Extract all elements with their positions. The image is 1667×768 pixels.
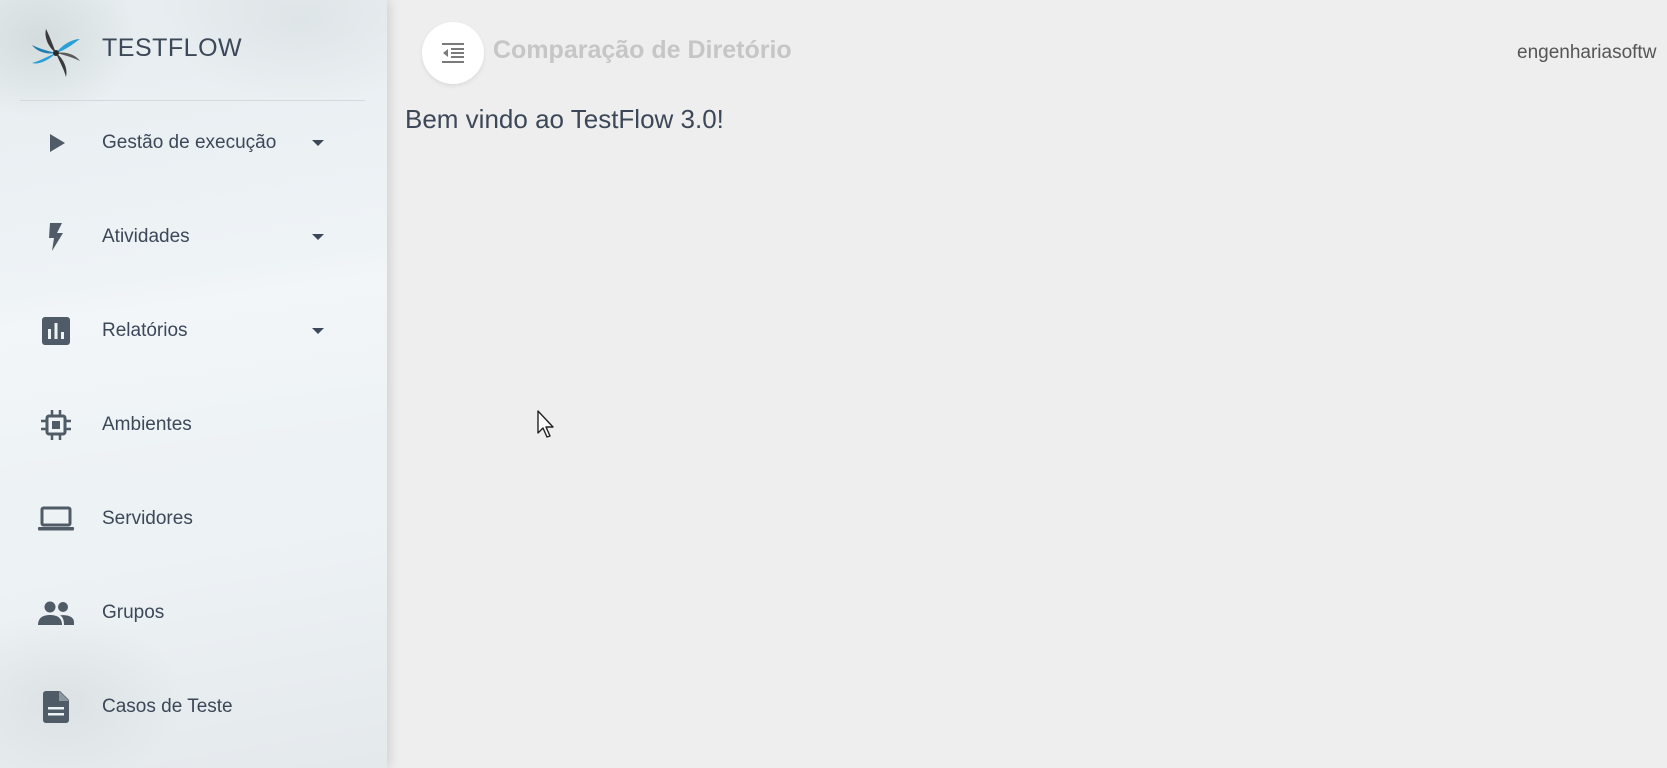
sidebar-item-casos-de-teste[interactable]: Casos de Teste — [20, 672, 365, 742]
brand[interactable]: TESTFLOW — [20, 0, 365, 101]
sidebar: TESTFLOW Gestão de execução Atividades R… — [0, 0, 387, 768]
sidebar-item-grupos[interactable]: Grupos — [20, 578, 365, 648]
main-content: Comparação de Diretório engenhariasoftw … — [387, 0, 1667, 768]
sidebar-item-label: Relatórios — [102, 320, 188, 341]
brand-name: TESTFLOW — [102, 34, 243, 62]
chip-icon — [38, 407, 74, 443]
people-icon — [38, 595, 74, 631]
sidebar-item-label: Servidores — [102, 508, 193, 529]
welcome-message: Bem vindo ao TestFlow 3.0! — [405, 104, 724, 134]
sidebar-item-relatorios[interactable]: Relatórios — [20, 296, 365, 366]
menu-collapse-icon — [442, 43, 464, 63]
page-title: Comparação de Diretório — [493, 36, 792, 64]
sidebar-item-ambientes[interactable]: Ambientes — [20, 390, 365, 460]
sidebar-item-label: Grupos — [102, 602, 165, 623]
sidebar-item-atividades[interactable]: Atividades — [20, 202, 365, 272]
caret-down-icon — [312, 140, 324, 146]
sidebar-item-label: Ambientes — [102, 414, 192, 435]
play-icon — [38, 125, 74, 161]
sidebar-item-label: Atividades — [102, 226, 190, 247]
bolt-icon — [38, 219, 74, 255]
document-icon — [38, 689, 74, 725]
caret-down-icon — [312, 328, 324, 334]
sidebar-item-servidores[interactable]: Servidores — [20, 484, 365, 554]
sidebar-toggle-button[interactable] — [422, 22, 484, 84]
sidebar-item-gestao-de-execucao[interactable]: Gestão de execução — [20, 108, 365, 178]
app-window: TESTFLOW Gestão de execução Atividades R… — [0, 0, 1667, 768]
bar-chart-icon — [38, 313, 74, 349]
sidebar-item-label: Gestão de execução — [102, 132, 277, 153]
caret-down-icon — [312, 234, 324, 240]
user-menu[interactable]: engenhariasoftw — [1517, 42, 1656, 64]
sidebar-item-label: Casos de Teste — [102, 696, 233, 717]
mouse-cursor-icon — [537, 410, 554, 438]
laptop-icon — [38, 501, 74, 537]
testflow-logo-icon — [32, 29, 80, 77]
